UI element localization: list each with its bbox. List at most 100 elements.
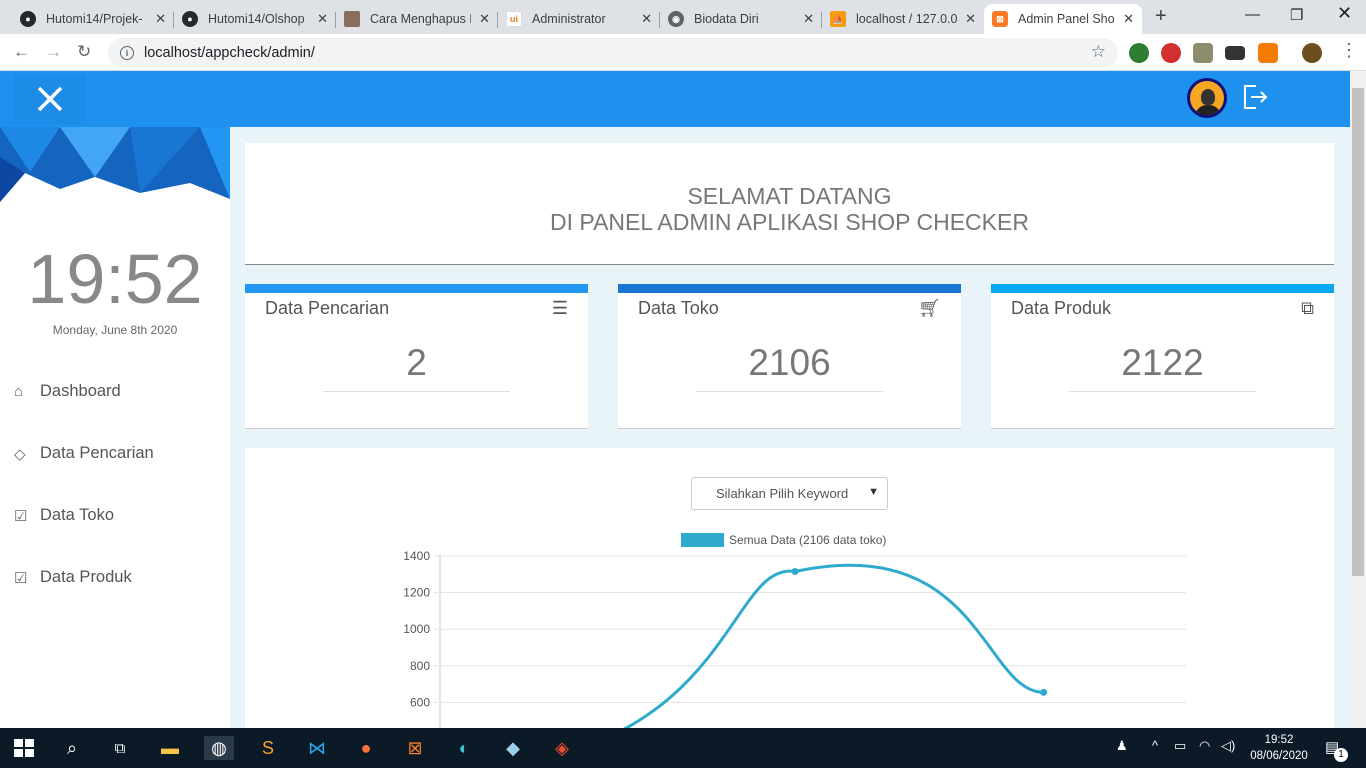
back-button[interactable]: ← [13,42,30,62]
menu-data-pencarian[interactable]: ◇ Data Pencarian [14,444,224,463]
menu-data-toko[interactable]: ☑ Data Toko [14,506,224,525]
sidebar-clock: 19:52 [27,240,203,318]
extension-yab-icon[interactable] [1161,43,1181,63]
file-explorer-icon[interactable]: ▬ [158,736,182,760]
sidebar-close-button[interactable] [14,74,86,124]
close-tab-icon[interactable]: ✕ [641,11,652,27]
volume-icon[interactable]: ◁) [1221,738,1235,754]
select-value: Silahkan Pilih Keyword [716,486,849,501]
close-tab-icon[interactable]: ✕ [965,11,976,27]
extension-image-icon[interactable] [1193,43,1213,63]
admin-app: 19:52 Monday, June 8th 2020 ⌂ Dashboard … [0,71,1350,728]
welcome-title: SELAMAT DATANG [687,183,892,209]
browser-tab[interactable]: Cara Menghapus P ✕ [336,4,498,34]
series-line [622,563,1044,728]
browser-tab-active[interactable]: ⊠ Admin Panel Shop ✕ [984,4,1142,34]
checkbox-icon: ☑ [14,569,28,587]
taskbar-clock[interactable]: 19:52 08/06/2020 [1248,732,1310,764]
extension-off-icon[interactable] [1258,43,1278,63]
tab-title: Biodata Diri [694,12,759,26]
menu-label: Data Pencarian [40,444,154,462]
tab-title: Admin Panel Shop [1018,12,1116,26]
address-bar: ← → ↻ i localhost/appcheck/admin/ ☆ ⋮ [0,34,1366,71]
battery-icon[interactable]: ▭ [1174,738,1186,754]
data-point [1040,688,1048,696]
sidebar: 19:52 Monday, June 8th 2020 ⌂ Dashboard … [0,127,230,728]
new-tab-button[interactable]: + [1155,5,1167,28]
user-avatar[interactable] [1187,78,1227,118]
cubes-icon: ⧉ [1301,298,1314,318]
menu-data-produk[interactable]: ☑ Data Produk [14,568,224,587]
task-view-icon[interactable]: ⧉ [108,736,132,760]
minimize-button[interactable]: — [1245,6,1260,23]
menu-label: Data Produk [40,568,132,586]
bookmark-star-icon[interactable]: ☆ [1091,42,1106,62]
page-scrollbar[interactable] [1350,71,1366,728]
taskbar-date: 08/06/2020 [1250,750,1308,762]
sidebar-date: Monday, June 8th 2020 [52,323,178,337]
card-data-produk[interactable]: Data Produk ⧉ 2122 [991,284,1334,429]
keyword-select[interactable]: Silahkan Pilih Keyword ▼ [691,477,888,510]
forward-button[interactable]: → [45,42,62,62]
vscode-icon[interactable]: ⋈ [305,736,329,760]
close-window-button[interactable]: ✕ [1337,3,1352,24]
card-title: Data Produk [1011,298,1112,318]
xampp-icon: ⊠ [992,11,1008,27]
reload-button[interactable]: ↻ [77,42,91,62]
browser-tab[interactable]: ● Hutomi14/Projek- ✕ [12,4,174,34]
close-tab-icon[interactable]: ✕ [479,11,490,27]
url-text: localhost/appcheck/admin/ [144,44,315,61]
cart-icon: 🛒︎ [918,298,941,318]
card-data-toko[interactable]: Data Toko 🛒︎ 2106 [618,284,961,429]
checkbox-icon: ☑ [14,507,28,525]
y-tick-label: 800 [410,659,430,673]
people-icon[interactable]: ♟ [1116,738,1128,754]
profile-avatar-icon[interactable] [1302,43,1322,63]
github-icon: ● [182,11,198,27]
sublime-text-icon[interactable]: S [256,736,280,760]
edge-icon[interactable]: ◐ [452,736,476,760]
url-field[interactable]: i localhost/appcheck/admin/ ☆ [108,38,1118,67]
windows-start-icon[interactable] [12,736,36,760]
git-icon[interactable]: ◈ [550,736,574,760]
firefox-icon[interactable]: ● [354,736,378,760]
browser-tab[interactable]: ui Administrator ✕ [498,4,660,34]
globe-icon: ◉ [668,11,684,27]
chrome-icon[interactable]: ◍ [204,736,234,760]
phpmyadmin-icon: ⛵ [830,11,846,27]
menu-dashboard[interactable]: ⌂ Dashboard [14,382,224,401]
xampp-icon[interactable]: ⊠ [403,736,427,760]
browser-tab[interactable]: ● Hutomi14/Olshop ✕ [174,4,336,34]
menu-dots-icon[interactable]: ⋮ [1340,40,1358,61]
scrollbar-thumb[interactable] [1352,88,1364,576]
browser-tab[interactable]: ⛵ localhost / 127.0.0 ✕ [822,4,984,34]
card-data-pencarian[interactable]: Data Pencarian ☰ 2 [245,284,588,429]
search-icon[interactable]: ⌕ [60,736,84,760]
browser-tab-bar: ● Hutomi14/Projek- ✕ ● Hutomi14/Olshop ✕… [0,0,1366,34]
close-tab-icon[interactable]: ✕ [1123,11,1134,27]
extension-camera-icon[interactable] [1225,46,1245,60]
close-tab-icon[interactable]: ✕ [155,11,166,27]
tab-title: Hutomi14/Projek- [46,12,143,26]
welcome-subtitle: DI PANEL ADMIN APLIKASI SHOP CHECKER [550,209,1029,235]
wifi-icon[interactable]: ◠ [1199,738,1210,754]
tray-chevron-icon[interactable]: ^ [1152,738,1158,753]
close-tab-icon[interactable]: ✕ [803,11,814,27]
sidebar-banner [0,127,230,202]
logout-icon[interactable] [1242,83,1268,111]
app-icon[interactable]: ◆ [501,736,525,760]
info-icon[interactable]: i [120,45,134,60]
extension-globe-icon[interactable] [1129,43,1149,63]
browser-tab[interactable]: ◉ Biodata Diri ✕ [660,4,822,34]
y-tick-label: 1400 [403,549,430,563]
restore-button[interactable]: ❐ [1290,6,1303,24]
close-tab-icon[interactable]: ✕ [317,11,328,27]
card-title: Data Toko [638,298,719,318]
card-accent-bar [618,284,961,293]
thumbnail-icon [344,11,360,27]
card-accent-bar [991,284,1334,293]
tab-title: Administrator [532,12,606,26]
welcome-panel: SELAMAT DATANG DI PANEL ADMIN APLIKASI S… [245,143,1334,265]
card-accent-bar [245,284,588,293]
y-tick-label: 1000 [403,622,430,636]
